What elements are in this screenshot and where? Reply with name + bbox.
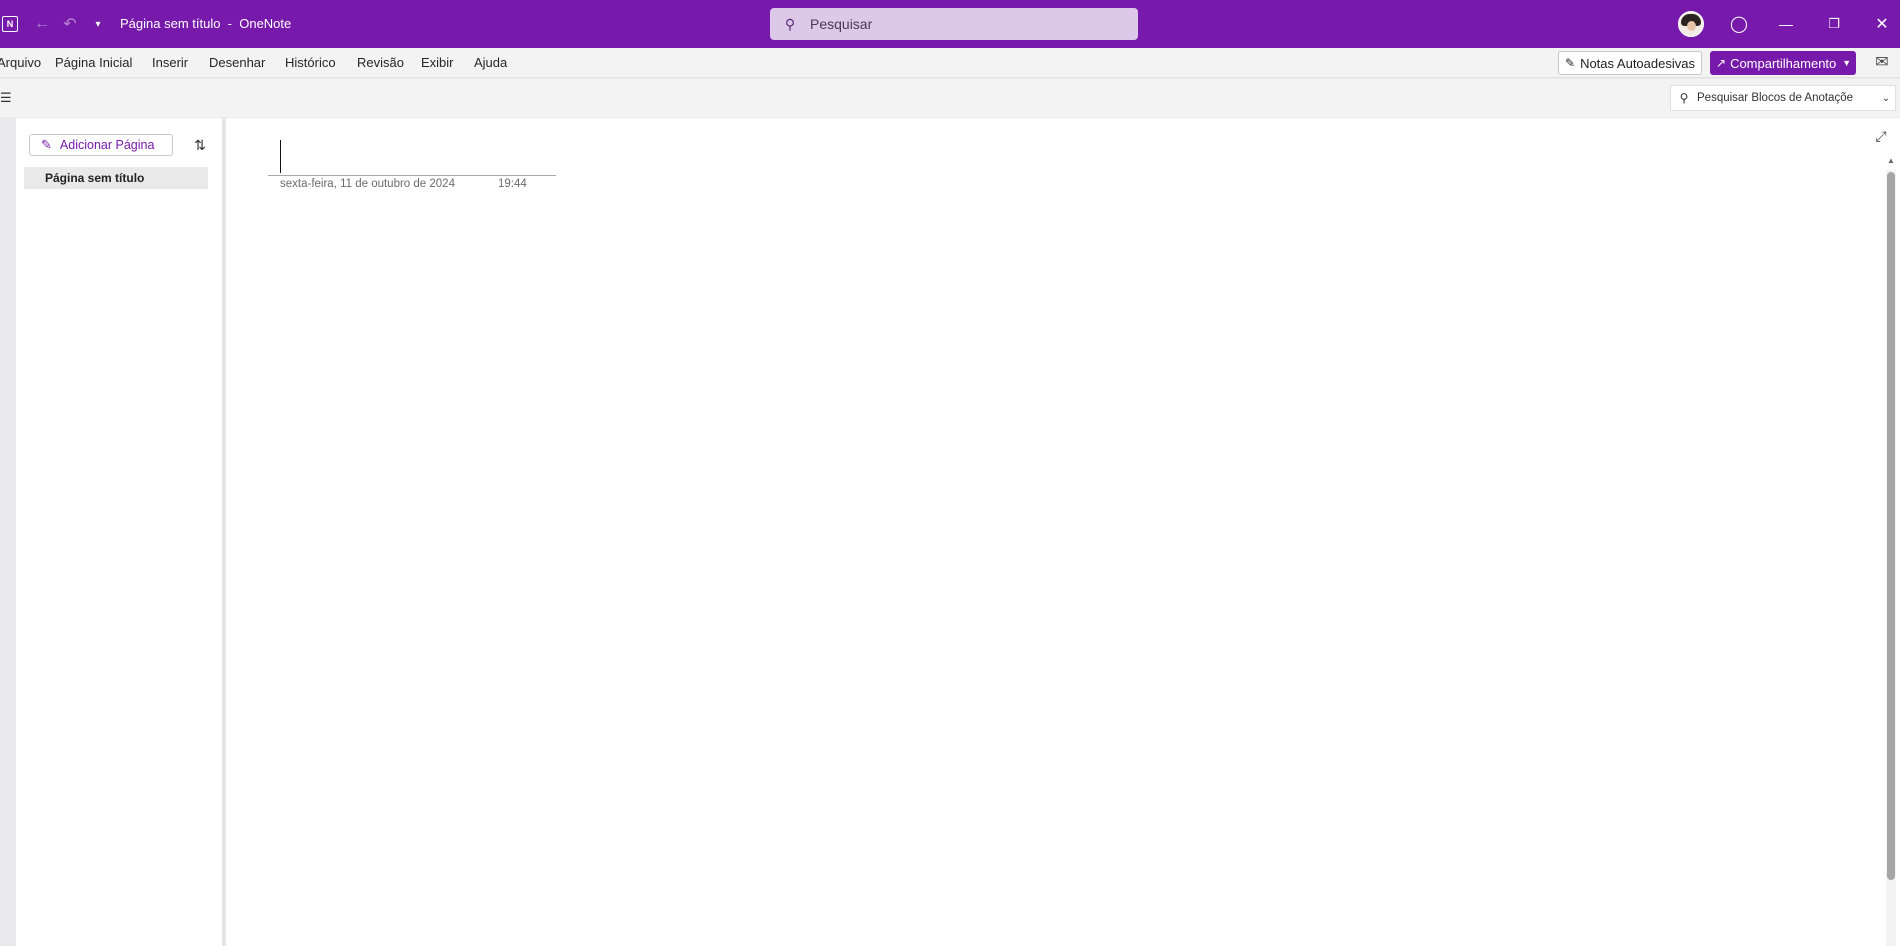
share-label: Compartilhamento [1730, 55, 1837, 71]
share-icon: ↗ [1716, 56, 1727, 70]
feedback-icon[interactable]: ✉ [1870, 48, 1894, 78]
search-input[interactable]: ⚲ Pesquisar [770, 8, 1138, 40]
tab-historico[interactable]: Histórico [285, 48, 336, 78]
expand-icon[interactable]: ⤢ [1872, 128, 1890, 146]
close-icon[interactable]: ✕ [1864, 0, 1900, 48]
tab-ajuda[interactable]: Ajuda [474, 48, 507, 78]
page-list-item[interactable]: Página sem título [24, 167, 208, 189]
tab-exibir[interactable]: Exibir [421, 48, 454, 78]
lightbulb-icon[interactable]: ◯ [1726, 0, 1752, 48]
restore-icon[interactable]: ❐ [1816, 0, 1852, 48]
ribbon-tabs: Arquivo Página Inicial Inserir Desenhar … [0, 48, 1900, 78]
chevron-down-icon: ▼ [1842, 58, 1852, 68]
pane-divider[interactable] [222, 120, 225, 946]
page-date: sexta-feira, 11 de outubro de 2024 [280, 178, 455, 190]
notebook-search-placeholder: Pesquisar Blocos de Anotaçõe [1697, 92, 1853, 104]
notebook-search-input[interactable]: ⚲ Pesquisar Blocos de Anotaçõe ⌄ [1670, 85, 1896, 111]
undo-icon[interactable]: ↶ [58, 0, 82, 48]
tab-revisao[interactable]: Revisão [357, 48, 404, 78]
onenote-logo-icon: N [0, 0, 20, 48]
tab-inserir[interactable]: Inserir [152, 48, 188, 78]
page-canvas[interactable]: sexta-feira, 11 de outubro de 2024 19:44… [226, 118, 1900, 946]
sticky-notes-button[interactable]: ✎ Notas Autoadesivas [1558, 51, 1702, 75]
chevron-down-icon[interactable]: ⌄ [1877, 93, 1895, 104]
scrollbar-thumb[interactable] [1887, 172, 1895, 880]
customize-toolbar-chevron-icon[interactable]: ▾ [88, 0, 108, 48]
add-page-button[interactable]: ✎ Adicionar Página [29, 134, 173, 156]
navigation-bar: ☰ ⚲ Pesquisar Blocos de Anotaçõe ⌄ [0, 79, 1900, 117]
sort-icon[interactable]: ⇅ [188, 133, 212, 157]
sticky-notes-label: Notas Autoadesivas [1580, 55, 1695, 71]
share-button[interactable]: ↗ Compartilhamento ▼ [1710, 51, 1856, 75]
page-title-input[interactable] [268, 140, 556, 176]
back-arrow-icon[interactable]: ← [30, 0, 54, 48]
tab-arquivo[interactable]: Arquivo [0, 48, 41, 78]
scroll-up-icon[interactable]: ▲ [1884, 156, 1898, 166]
page-list-pane: ✎ Adicionar Página ⇅ Página sem título [16, 118, 222, 946]
search-icon: ⚲ [1679, 91, 1689, 105]
navigation-toggle-icon[interactable]: ☰ [0, 79, 12, 117]
tab-pagina-inicial[interactable]: Página Inicial [55, 48, 132, 78]
title-bar: N ← ↶ ▾ Página sem título - OneNote ⚲ Pe… [0, 0, 1900, 48]
tab-desenhar[interactable]: Desenhar [209, 48, 265, 78]
add-page-icon: ✎ [41, 137, 52, 152]
minimize-icon[interactable]: — [1768, 0, 1804, 48]
search-placeholder: Pesquisar [810, 16, 873, 32]
page-time: 19:44 [498, 178, 527, 190]
sticky-note-icon: ✎ [1565, 56, 1576, 70]
avatar[interactable] [1678, 0, 1704, 48]
add-page-label: Adicionar Página [59, 138, 155, 152]
search-icon: ⚲ [784, 15, 796, 32]
window-title: Página sem título - OneNote [120, 16, 292, 31]
text-cursor [280, 140, 281, 173]
